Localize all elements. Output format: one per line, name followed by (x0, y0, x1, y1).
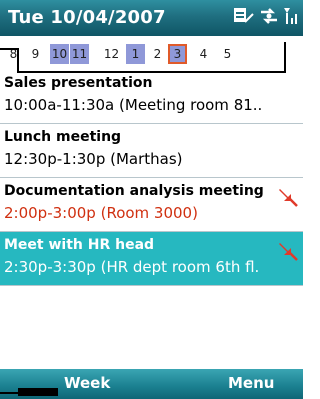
conflict-icon (279, 243, 298, 261)
appointment-detail: 10:00a-11:30a (Meeting room 81.. (4, 96, 263, 114)
signal-icon[interactable] (283, 6, 299, 26)
appointment-item[interactable]: Sales presentation 10:00a-11:30a (Meetin… (0, 70, 303, 124)
hour-3[interactable]: 3 (168, 44, 187, 64)
page-title: Tue 10/04/2007 (8, 7, 166, 28)
conflict-icon (279, 189, 298, 207)
appointment-item[interactable]: Lunch meeting 12:30p-1:30p (Marthas) (0, 124, 303, 178)
appointment-item[interactable]: Documentation analysis meeting 2:00p-3:0… (0, 178, 303, 232)
hour-strip[interactable]: 8 9 10 11 12 1 2 3 4 5 (0, 36, 303, 71)
calendar-sync-icon[interactable] (233, 6, 255, 26)
appointment-detail: 2:00p-3:00p (Room 3000) (4, 204, 198, 222)
appointment-detail: 12:30p-1:30p (Marthas) (4, 150, 183, 168)
network-icon[interactable] (258, 6, 280, 26)
hour-11[interactable]: 11 (70, 44, 89, 64)
hour-10[interactable]: 10 (50, 44, 69, 64)
menu-softkey[interactable]: Menu (228, 374, 274, 392)
appointment-list: Sales presentation 10:00a-11:30a (Meetin… (0, 70, 303, 286)
appointment-subject: Meet with HR head (4, 237, 155, 253)
hour-12[interactable]: 12 (102, 44, 121, 64)
calendar-day-view: Tue 10/04/2007 8 9 10 11 12 1 2 3 4 5 Sa… (0, 0, 303, 399)
hour-1[interactable]: 1 (126, 44, 145, 64)
appointment-subject: Lunch meeting (4, 129, 122, 145)
status-icons (233, 6, 299, 26)
appointment-time: 2:00p-3:00p (4, 204, 96, 222)
hour-9[interactable]: 9 (26, 44, 45, 64)
empty-area (0, 286, 303, 369)
callout-line (0, 48, 17, 50)
week-softkey[interactable]: Week (64, 374, 110, 392)
callout-line (17, 48, 19, 73)
callout-line (0, 392, 18, 394)
hour-5[interactable]: 5 (218, 44, 237, 64)
hour-4[interactable]: 4 (194, 44, 213, 64)
appointment-place: (Room 3000) (95, 204, 198, 222)
callout-line (17, 71, 286, 73)
callout-line (18, 388, 58, 396)
callout-line (284, 42, 286, 73)
hour-2[interactable]: 2 (148, 44, 167, 64)
hour-8[interactable]: 8 (4, 44, 23, 64)
appointment-subject: Documentation analysis meeting (4, 183, 264, 199)
appointment-detail: 2:30p-3:30p (HR dept room 6th fl. (4, 258, 260, 276)
appointment-item-selected[interactable]: Meet with HR head 2:30p-3:30p (HR dept r… (0, 232, 303, 286)
title-bar: Tue 10/04/2007 (0, 0, 303, 36)
appointment-subject: Sales presentation (4, 75, 153, 91)
